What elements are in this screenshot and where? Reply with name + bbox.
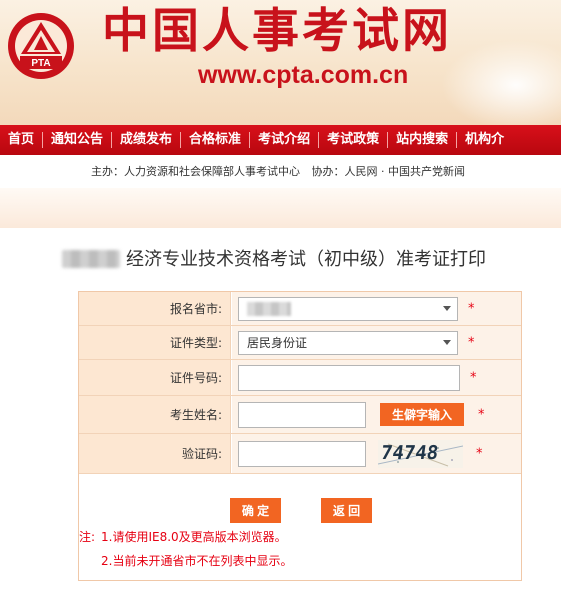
name-label: 考生姓名: — [79, 396, 231, 433]
name-input[interactable] — [238, 401, 366, 428]
id-number-input[interactable] — [238, 364, 460, 391]
captcha-cell: 74748 * — [232, 434, 521, 473]
main-nav: 首页 通知公告 成绩发布 合格标准 考试介绍 考试政策 站内搜索 机构介 — [0, 125, 561, 155]
id-number-label: 证件号码: — [79, 360, 231, 395]
required-mark: * — [476, 446, 483, 461]
province-label: 报名省市: — [79, 292, 231, 325]
rare-char-button[interactable]: 生僻字输入 — [380, 403, 464, 426]
host-value: 人力资源和社会保障部人事考试中心 — [124, 165, 300, 178]
nav-item[interactable]: 合格标准 — [181, 125, 249, 155]
id-type-select[interactable]: 居民身份证 — [238, 330, 458, 355]
admission-form: 报名省市: * 证件类型: 居民身份证 * 证件号码: * 考生姓名: 生僻字输… — [78, 291, 522, 581]
captcha-text: 74748 — [379, 442, 440, 464]
form-row-name: 考生姓名: 生僻字输入 * — [79, 396, 521, 434]
site-banner: PTA 中国人事考试网 www.cpta.com.cn — [0, 0, 561, 125]
nav-item[interactable]: 考试介绍 — [250, 125, 318, 155]
province-select[interactable] — [238, 296, 458, 321]
pta-logo-icon[interactable]: PTA — [6, 6, 76, 86]
form-actions: 确 定 返 回 — [79, 474, 521, 523]
required-mark: * — [468, 301, 475, 316]
back-button[interactable]: 返 回 — [321, 498, 372, 523]
host-label: 主办： — [91, 165, 124, 178]
redacted-province — [247, 301, 291, 316]
nav-item[interactable]: 站内搜索 — [388, 125, 456, 155]
required-mark: * — [470, 370, 477, 385]
chevron-down-icon — [443, 305, 451, 311]
name-cell: 生僻字输入 * — [232, 396, 521, 433]
captcha-image[interactable]: 74748 — [378, 440, 463, 468]
redacted-year — [62, 250, 120, 268]
site-title[interactable]: 中国人事考试网 — [102, 4, 452, 60]
logo-text: PTA — [31, 58, 50, 69]
nav-item[interactable]: 成绩发布 — [112, 125, 180, 155]
form-row-captcha: 验证码: 74748 * — [79, 434, 521, 474]
id-number-cell: * — [232, 360, 521, 395]
confirm-button[interactable]: 确 定 — [230, 498, 281, 523]
nav-item[interactable]: 首页 — [0, 125, 42, 155]
page-heading: 经济专业技术资格考试（初中级）准考证打印 — [62, 247, 486, 273]
sponsor-bar: 主办：人力资源和社会保障部人事考试中心 协办：人民网 · 中国共产党新闻 — [0, 155, 561, 188]
nav-item[interactable]: 机构介 — [457, 125, 512, 155]
required-mark: * — [468, 335, 475, 350]
nav-item[interactable]: 通知公告 — [43, 125, 111, 155]
note-line-2: 2.当前未开通省市不在列表中显示。 — [101, 554, 293, 568]
header-divider — [0, 188, 561, 228]
note-line-1: 1.请使用IE8.0及更高版本浏览器。 — [101, 530, 287, 544]
chevron-down-icon — [443, 339, 451, 345]
province-cell: * — [232, 292, 521, 325]
captcha-label: 验证码: — [79, 434, 231, 473]
id-type-value: 居民身份证 — [247, 335, 308, 350]
banner-decoration — [441, 40, 561, 125]
form-row-id-number: 证件号码: * — [79, 360, 521, 396]
nav-item[interactable]: 考试政策 — [319, 125, 387, 155]
id-type-cell: 居民身份证 * — [232, 326, 521, 359]
captcha-input[interactable] — [238, 440, 366, 467]
form-row-id-type: 证件类型: 居民身份证 * — [79, 326, 521, 360]
site-url[interactable]: www.cpta.com.cn — [198, 60, 408, 90]
page-heading-text: 经济专业技术资格考试（初中级）准考证打印 — [126, 249, 486, 270]
notes-prefix: 注: — [79, 530, 96, 544]
form-row-province: 报名省市: * — [79, 292, 521, 326]
id-type-label: 证件类型: — [79, 326, 231, 359]
co-label: 协办： — [311, 165, 345, 178]
co-value[interactable]: 人民网 · 中国共产党新闻 — [345, 165, 466, 178]
required-mark: * — [478, 407, 485, 422]
